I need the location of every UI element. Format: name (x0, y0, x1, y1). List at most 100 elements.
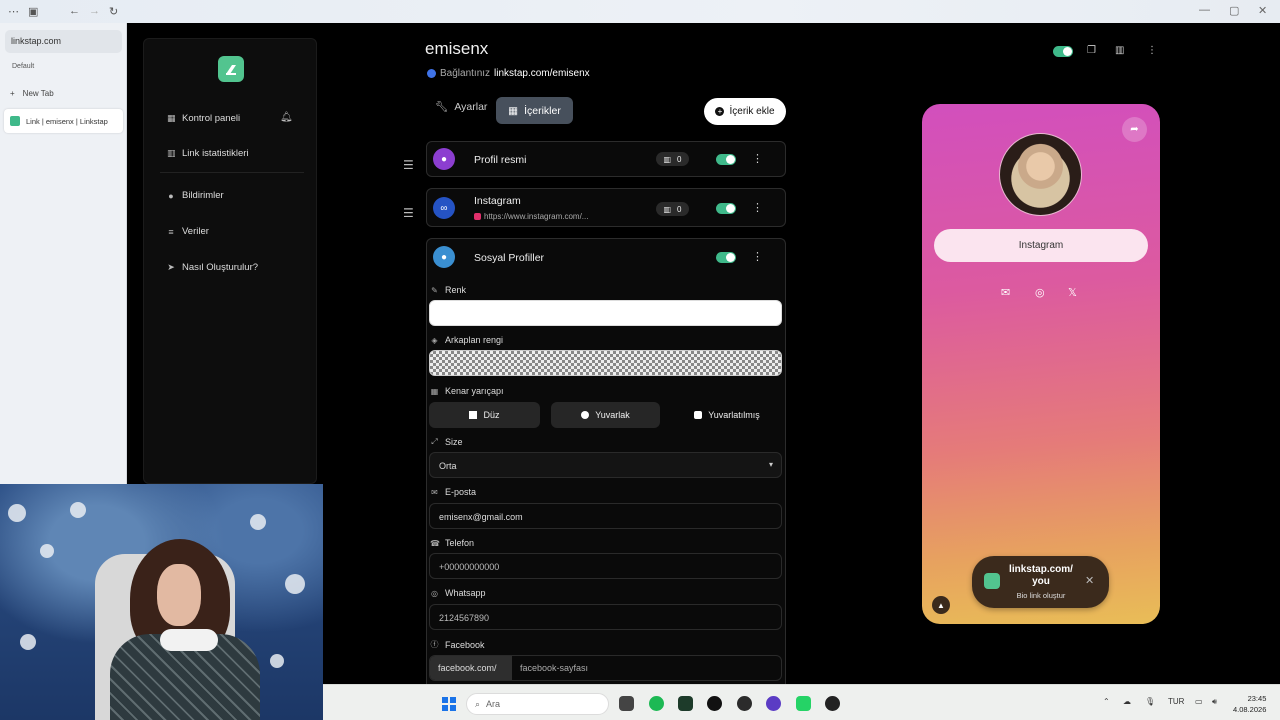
more-options-icon[interactable]: ⋮ (1147, 45, 1157, 56)
avatar (999, 133, 1082, 216)
facebook-prefix: facebook.com/ (430, 656, 512, 680)
sidebar-item-how-to[interactable]: ➤ Nasıl Oluşturulur? (167, 262, 258, 273)
page-visibility-toggle[interactable] (1053, 46, 1073, 57)
color-label: ✎ Renk (430, 285, 466, 295)
tab-contents[interactable]: ▦ İçerikler (496, 97, 573, 124)
tab-settings[interactable]: 🔧︎ Ayarlar (435, 100, 487, 114)
sidebar-item-label: Veriler (182, 226, 209, 237)
app-icon[interactable] (825, 696, 840, 711)
maximize-icon[interactable]: ▢ (1229, 4, 1239, 17)
whatsapp-label-text: Whatsapp (445, 588, 486, 598)
notification-bell-icon[interactable]: 🔔︎ (280, 112, 293, 123)
headphones (160, 629, 218, 651)
forward-icon[interactable]: → (89, 5, 100, 17)
facebook-label: ⓕ Facebook (430, 639, 485, 650)
add-content-button[interactable]: + İçerik ekle (704, 98, 786, 125)
content-card-instagram[interactable]: ∞ Instagram https://www.instagram.com/..… (426, 188, 786, 227)
table-icon: ▦ (167, 113, 176, 123)
click-count: 0 (677, 154, 682, 164)
facebook-field[interactable]: facebook.com/ facebook-sayfası (429, 655, 782, 681)
taskbar-search[interactable]: ⌕ Ara (466, 693, 609, 715)
mic-icon[interactable]: 🎙︎ (1145, 697, 1155, 706)
terminal-icon[interactable] (678, 696, 693, 711)
blossom-decoration (70, 502, 86, 518)
sidebar-toggle-icon[interactable]: ▣ (28, 5, 38, 18)
rocket-icon: ➤ (167, 262, 175, 272)
drag-handle-icon[interactable]: ☰ (403, 158, 414, 172)
radius-option-rounded[interactable]: Yuvarlatılmış (672, 402, 782, 428)
active-tab[interactable]: Link | emisenx | Linkstap (4, 109, 123, 133)
email-field[interactable]: emisenx@gmail.com (429, 503, 782, 529)
x-icon[interactable]: 𝕏 (1068, 286, 1077, 299)
mail-icon[interactable]: ✉ (1001, 286, 1010, 299)
visibility-toggle[interactable] (716, 154, 736, 165)
chart-icon: ▥ (167, 148, 176, 158)
share-icon[interactable]: ➦ (1122, 117, 1147, 142)
app-icon[interactable] (766, 696, 781, 711)
new-tab-button[interactable]: + New Tab (10, 89, 54, 98)
reload-icon[interactable]: ↻ (109, 5, 118, 18)
monitor-icon[interactable]: ▭ (1195, 697, 1203, 706)
sidebar: ▦ Kontrol paneli 🔔︎ ▥ Link istatistikler… (143, 38, 317, 484)
sidebar-item-link-stats[interactable]: ▥ Link istatistikleri (167, 148, 249, 159)
file-explorer-icon[interactable] (619, 696, 634, 711)
obs-icon[interactable] (707, 696, 722, 711)
copy-icon[interactable]: ❐ (1087, 45, 1096, 56)
toast-title: linkstap.com/ you (1009, 564, 1073, 587)
whatsapp-field[interactable]: 2124567890 (429, 604, 782, 630)
drag-handle-icon[interactable]: ☰ (403, 206, 414, 220)
clock-time: 23:45 (1247, 694, 1267, 703)
minimize-icon[interactable]: — (1199, 4, 1210, 16)
address-bar[interactable]: linkstap.com (5, 30, 122, 53)
warning-icon[interactable]: ▲ (932, 596, 950, 614)
language-indicator[interactable]: TUR (1168, 697, 1184, 706)
radius-label: ▦ Kenar yarıçapı (430, 386, 504, 396)
rounded-square-icon (694, 411, 703, 419)
visibility-toggle[interactable] (716, 203, 736, 214)
spotify-icon[interactable] (649, 696, 664, 711)
sidebar-divider (160, 172, 304, 173)
close-window-icon[interactable]: ✕ (1258, 4, 1267, 17)
search-placeholder: Ara (486, 699, 501, 709)
chart-icon: ▥ (663, 154, 672, 164)
content-card-profile-photo[interactable]: ● Profil resmi ▥ 0 ⋮ (426, 141, 786, 177)
more-options-icon[interactable]: ⋮ (752, 201, 763, 214)
facebook-icon: ⓕ (430, 640, 439, 649)
back-icon[interactable]: ← (69, 5, 80, 17)
system-clock[interactable]: 23:45 4.08.2026 (1233, 693, 1266, 715)
more-options-icon[interactable]: ⋮ (752, 250, 763, 263)
promo-toast[interactable]: linkstap.com/ you Bio link oluştur ✕ (972, 556, 1109, 608)
card-url: https://www.instagram.com/... (474, 212, 588, 221)
preview-link-button[interactable]: Instagram (934, 229, 1148, 262)
bg-color-picker[interactable] (429, 350, 782, 376)
link-url[interactable]: linkstap.com/emisenx (494, 68, 590, 79)
email-label-text: E-posta (445, 487, 477, 497)
color-picker[interactable] (429, 300, 782, 326)
cloud-icon[interactable]: ☁ (1123, 697, 1131, 706)
close-icon[interactable]: ✕ (1085, 574, 1094, 587)
sidebar-item-dashboard[interactable]: ▦ Kontrol paneli (167, 113, 240, 124)
card-title: Instagram (474, 195, 521, 207)
color-label-text: Renk (445, 285, 467, 295)
stats-icon[interactable]: ▥ (1115, 45, 1124, 56)
phone-field[interactable]: +00000000000 (429, 553, 782, 579)
radius-option-flat[interactable]: Düz (429, 402, 540, 428)
sidebar-item-notifications[interactable]: ● Bildirimler (167, 190, 223, 201)
tray-chevron-icon[interactable]: ⌃ (1103, 697, 1110, 706)
menu-dots-icon[interactable]: ⋯ (8, 5, 19, 18)
size-label: ⤢ Size (430, 437, 462, 447)
volume-icon[interactable]: 🔊︎ (1212, 697, 1217, 707)
size-select[interactable]: Orta (429, 452, 782, 478)
more-options-icon[interactable]: ⋮ (752, 152, 763, 165)
visibility-toggle[interactable] (716, 252, 736, 263)
radius-option-round[interactable]: Yuvarlak (551, 402, 660, 428)
envelope-icon: ✉ (431, 487, 438, 497)
sidebar-item-data[interactable]: ≡ Veriler (167, 226, 209, 237)
instagram-icon[interactable]: ◎ (1035, 286, 1045, 299)
card-title: Profil resmi (474, 154, 527, 166)
whatsapp-taskbar-icon[interactable] (796, 696, 811, 711)
linkstap-logo-icon[interactable] (218, 56, 244, 82)
chatgpt-icon[interactable] (737, 696, 752, 711)
windows-start-icon[interactable] (442, 697, 456, 711)
bg-color-label: ◈ Arkaplan rengi (430, 335, 503, 345)
